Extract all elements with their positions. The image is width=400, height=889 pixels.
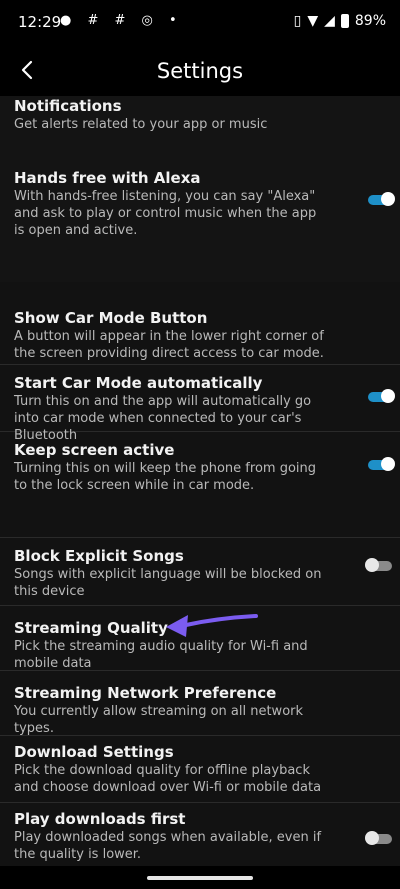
- setting-description: A button will appear in the lower right …: [14, 329, 324, 361]
- keep-screen-toggle[interactable]: [368, 457, 395, 471]
- toggle-knob: [381, 389, 395, 403]
- setting-title: Notifications: [14, 97, 122, 115]
- toggle-knob: [381, 457, 395, 471]
- alexa-toggle[interactable]: [368, 192, 395, 206]
- setting-title: Keep screen active: [14, 441, 175, 459]
- setting-start-car-mode[interactable]: Start Car Mode automatically Turn this o…: [0, 365, 400, 443]
- setting-description: Pick the streaming audio quality for Wi-…: [14, 639, 308, 671]
- toggle-knob: [365, 831, 379, 845]
- setting-show-car-mode-button[interactable]: Show Car Mode Button A button will appea…: [0, 282, 400, 365]
- setting-streaming-network[interactable]: Streaming Network Preference You current…: [0, 671, 400, 736]
- setting-description: Songs with explicit language will be blo…: [14, 567, 322, 599]
- toggle-knob: [381, 192, 395, 206]
- setting-title: Hands free with Alexa: [14, 169, 201, 187]
- page-title: Settings: [156, 59, 244, 83]
- setting-hands-free-alexa[interactable]: Hands free with Alexa With hands-free li…: [0, 168, 400, 282]
- setting-title: Start Car Mode automatically: [14, 374, 263, 392]
- explicit-toggle[interactable]: [365, 558, 392, 572]
- setting-title: Show Car Mode Button: [14, 309, 208, 327]
- status-bar: 12:29 ● # # ◎ • ▯ ▼ ◢ 89%: [0, 0, 400, 44]
- battery-percent: 89%: [354, 13, 386, 29]
- setting-description: Turning this on will keep the phone from…: [14, 461, 316, 493]
- battery-icon: [340, 14, 349, 28]
- notification-icons: ● # # ◎ •: [60, 13, 183, 28]
- setting-description: Play downloaded songs when available, ev…: [14, 830, 322, 862]
- settings-list[interactable]: Notifications Get alerts related to your…: [0, 96, 400, 866]
- setting-title: Download Settings: [14, 743, 174, 761]
- vibrate-icon: ▯: [293, 13, 302, 29]
- wifi-icon: ▼: [307, 13, 319, 29]
- setting-description: Pick the download quality for offline pl…: [14, 763, 322, 795]
- setting-description: You currently allow streaming on all net…: [14, 704, 304, 736]
- status-right: ▯ ▼ ◢ 89%: [294, 13, 386, 29]
- setting-description: Get alerts related to your app or music: [14, 117, 268, 132]
- setting-title: Play downloads first: [14, 810, 186, 828]
- setting-download-settings[interactable]: Download Settings Pick the download qual…: [0, 736, 400, 803]
- setting-block-explicit[interactable]: Block Explicit Songs Songs with explicit…: [0, 538, 400, 606]
- play-downloads-toggle[interactable]: [365, 831, 392, 845]
- signal-icon: ◢: [324, 13, 335, 29]
- car-mode-toggle[interactable]: [368, 389, 395, 403]
- setting-play-downloads-first[interactable]: Play downloads first Play downloaded son…: [0, 803, 400, 866]
- setting-notifications[interactable]: Notifications Get alerts related to your…: [0, 96, 400, 168]
- status-time: 12:29: [18, 13, 62, 31]
- setting-description: With hands-free listening, you can say "…: [14, 189, 317, 238]
- setting-keep-screen-active[interactable]: Keep screen active Turning this on will …: [0, 432, 400, 538]
- setting-title: Streaming Network Preference: [14, 684, 277, 702]
- app-bar: Settings: [0, 44, 400, 100]
- setting-title: Block Explicit Songs: [14, 547, 184, 565]
- home-handle[interactable]: [147, 876, 253, 880]
- navigation-bar: [0, 866, 400, 889]
- annotation-arrow-icon: [166, 614, 258, 637]
- toggle-knob: [365, 558, 379, 572]
